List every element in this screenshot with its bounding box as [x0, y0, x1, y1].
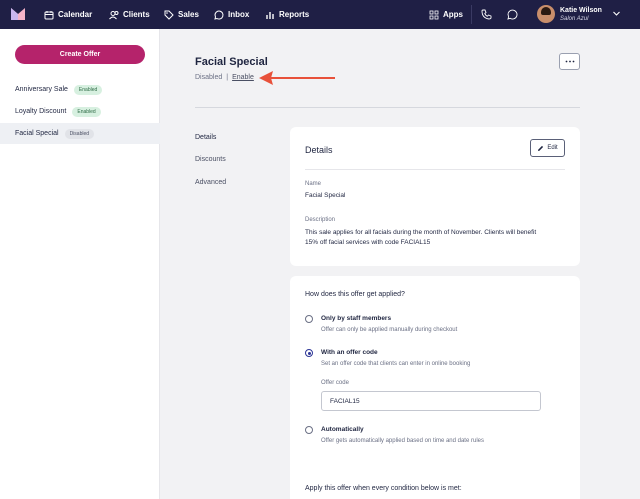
apply-method-card: How does this offer get applied? Only by… [290, 276, 580, 489]
conditions-card: Apply this offer when every condition be… [290, 471, 580, 499]
status-badge: Enabled [72, 106, 101, 117]
nav-apps-label: Apps [443, 10, 463, 19]
avatar[interactable] [537, 5, 555, 23]
nav-clients-label: Clients [123, 10, 150, 19]
chevron-down-icon[interactable] [612, 9, 621, 18]
ellipsis-icon [565, 60, 574, 63]
nav-inbox[interactable]: Inbox [214, 0, 249, 29]
main-content: Facial Special Disabled | Enable Details… [161, 29, 640, 499]
offers-sidebar: Create Offer Anniversary Sale Enabled Lo… [0, 29, 160, 499]
offer-name: Loyalty Discount [15, 108, 67, 115]
status-badge: Enabled [73, 84, 103, 95]
nav-sales-label: Sales [178, 10, 199, 19]
name-label: Name [305, 181, 322, 187]
nav-calendar-label: Calendar [58, 10, 93, 19]
top-navigation-bar: Calendar Clients Sales Inbox Reports App… [0, 0, 640, 29]
enable-link[interactable]: Enable [232, 74, 254, 81]
description-line-1: This sale applies for all facials during… [305, 229, 537, 236]
name-value: Facial Special [305, 192, 346, 199]
tab-details[interactable]: Details [195, 134, 216, 141]
nav-clients[interactable]: Clients [109, 0, 150, 29]
option-desc-code: Set an offer code that clients can enter… [321, 361, 471, 367]
description-label: Description [305, 217, 336, 223]
apply-question: How does this offer get applied? [305, 291, 405, 298]
option-title-code[interactable]: With an offer code [321, 349, 378, 356]
offer-code-label: Offer code [321, 380, 349, 386]
nav-apps[interactable]: Apps [429, 0, 463, 29]
bar-chart-icon [266, 11, 274, 19]
create-offer-button[interactable]: Create Offer [15, 45, 145, 64]
option-title-auto[interactable]: Automatically [321, 426, 364, 433]
option-desc-auto: Offer gets automatically applied based o… [321, 438, 484, 444]
apps-grid-icon [429, 10, 439, 19]
offer-name: Anniversary Sale [15, 86, 68, 93]
inbox-chat-icon [214, 10, 224, 20]
logo-icon[interactable] [10, 7, 26, 21]
offer-status-row: Disabled | Enable [195, 74, 254, 81]
sidebar-item-loyalty-discount[interactable]: Loyalty Discount Enabled [0, 101, 160, 122]
edit-button[interactable]: Edit [530, 139, 565, 157]
header-divider [195, 107, 580, 108]
conditions-text: Apply this offer when every condition be… [305, 485, 462, 492]
calendar-icon [44, 10, 54, 19]
chat-icon[interactable] [507, 9, 518, 20]
nav-divider [471, 5, 472, 24]
clients-icon [109, 10, 119, 19]
radio-automatically[interactable] [305, 426, 313, 434]
sidebar-item-anniversary-sale[interactable]: Anniversary Sale Enabled [0, 79, 160, 100]
more-options-button[interactable] [559, 53, 580, 70]
option-desc-staff: Offer can only be applied manually durin… [321, 327, 458, 333]
card-divider [305, 169, 565, 170]
tab-advanced[interactable]: Advanced [195, 179, 226, 186]
tab-discounts[interactable]: Discounts [195, 156, 226, 163]
edit-button-label: Edit [547, 145, 558, 151]
details-card: Details Edit Name Facial Special Descrip… [290, 127, 580, 266]
sidebar-item-facial-special[interactable]: Facial Special Disabled [0, 123, 160, 144]
radio-staff-members[interactable] [305, 315, 313, 323]
option-title-staff[interactable]: Only by staff members [321, 315, 391, 322]
offer-status-text: Disabled [195, 74, 223, 81]
pencil-icon [538, 145, 544, 151]
status-badge: Disabled [64, 128, 95, 139]
status-separator: | [226, 74, 229, 81]
details-card-title: Details [305, 145, 333, 155]
offer-name: Facial Special [15, 130, 59, 137]
nav-reports[interactable]: Reports [265, 0, 309, 29]
sales-tag-icon [164, 10, 174, 20]
phone-icon[interactable] [481, 9, 492, 20]
radio-offer-code[interactable] [305, 349, 313, 357]
user-name[interactable]: Katie Wilson [560, 7, 602, 14]
nav-reports-label: Reports [279, 10, 310, 19]
user-salon[interactable]: Salon Azul [560, 16, 588, 22]
offer-code-input[interactable]: FACIAL15 [321, 391, 541, 411]
page-title: Facial Special [195, 56, 268, 68]
annotation-arrow-icon [259, 71, 335, 85]
nav-inbox-label: Inbox [228, 10, 250, 19]
description-line-2: 15% off facial services with code FACIAL… [305, 239, 431, 246]
nav-sales[interactable]: Sales [164, 0, 199, 29]
nav-calendar[interactable]: Calendar [44, 0, 92, 29]
